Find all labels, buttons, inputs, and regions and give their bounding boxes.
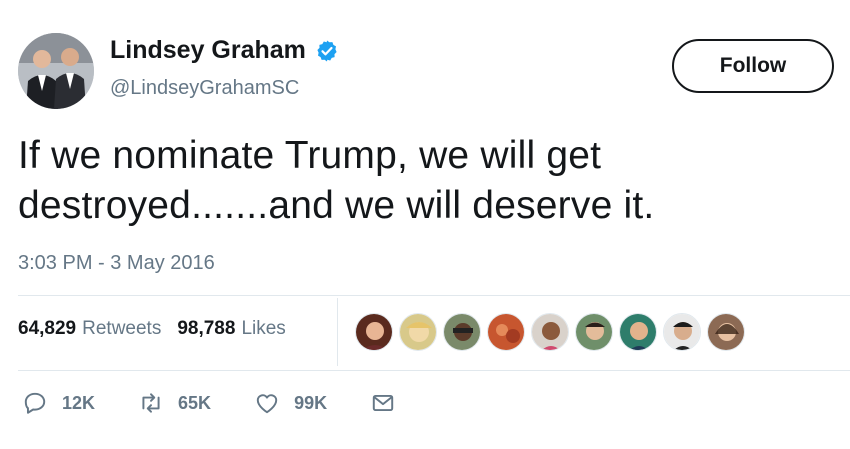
- heart-icon: [256, 394, 278, 414]
- liker-avatar-1[interactable]: [355, 313, 393, 351]
- likes-count[interactable]: 98,788: [177, 318, 235, 340]
- tweet-text: If we nominate Trump, we will get destro…: [18, 131, 818, 231]
- like-button[interactable]: 99K: [254, 390, 327, 416]
- liker-avatar-4[interactable]: [487, 313, 525, 351]
- likes-label[interactable]: Likes: [241, 318, 285, 340]
- retweet-button[interactable]: 65K: [138, 390, 211, 416]
- author-avatar[interactable]: [18, 33, 94, 109]
- liker-avatar-9[interactable]: [707, 313, 745, 351]
- liker-avatar-3[interactable]: [443, 313, 481, 351]
- reply-count: 12K: [62, 392, 96, 413]
- tweet-text-line-1: If we nominate Trump, we will get: [18, 134, 602, 177]
- author-handle[interactable]: @LindseyGrahamSC: [110, 77, 299, 100]
- reply-icon: [24, 392, 46, 414]
- stats-separator: [337, 298, 338, 366]
- retweets-label[interactable]: Retweets: [82, 318, 161, 340]
- divider-bottom: [18, 370, 850, 371]
- avatar-photo: [18, 33, 94, 109]
- reply-button[interactable]: 12K: [22, 390, 95, 416]
- verified-badge-icon: [317, 40, 337, 61]
- author-name[interactable]: Lindsey Graham: [110, 36, 306, 65]
- engagement-stats: 64,829 Retweets 98,788 Likes: [18, 318, 302, 340]
- direct-message-button[interactable]: [370, 390, 396, 416]
- liker-avatar-5[interactable]: [531, 313, 569, 351]
- liker-avatar-2[interactable]: [399, 313, 437, 351]
- mail-icon: [372, 394, 394, 412]
- retweet-icon: [142, 393, 160, 413]
- divider-top: [18, 295, 850, 296]
- liker-avatar-8[interactable]: [663, 313, 701, 351]
- liker-avatar-7[interactable]: [619, 313, 657, 351]
- tweet-text-line-2: destroyed.......and we will deserve it.: [18, 184, 655, 227]
- tweet-actions: 12K 65K 99K: [22, 390, 439, 416]
- liker-avatars: [355, 313, 751, 351]
- like-count: 99K: [294, 392, 328, 413]
- liker-avatar-6[interactable]: [575, 313, 613, 351]
- retweet-count: 65K: [178, 392, 212, 413]
- tweet-timestamp[interactable]: 3:03 PM - 3 May 2016: [18, 252, 215, 275]
- retweets-count[interactable]: 64,829: [18, 318, 76, 340]
- follow-button[interactable]: Follow: [672, 39, 834, 93]
